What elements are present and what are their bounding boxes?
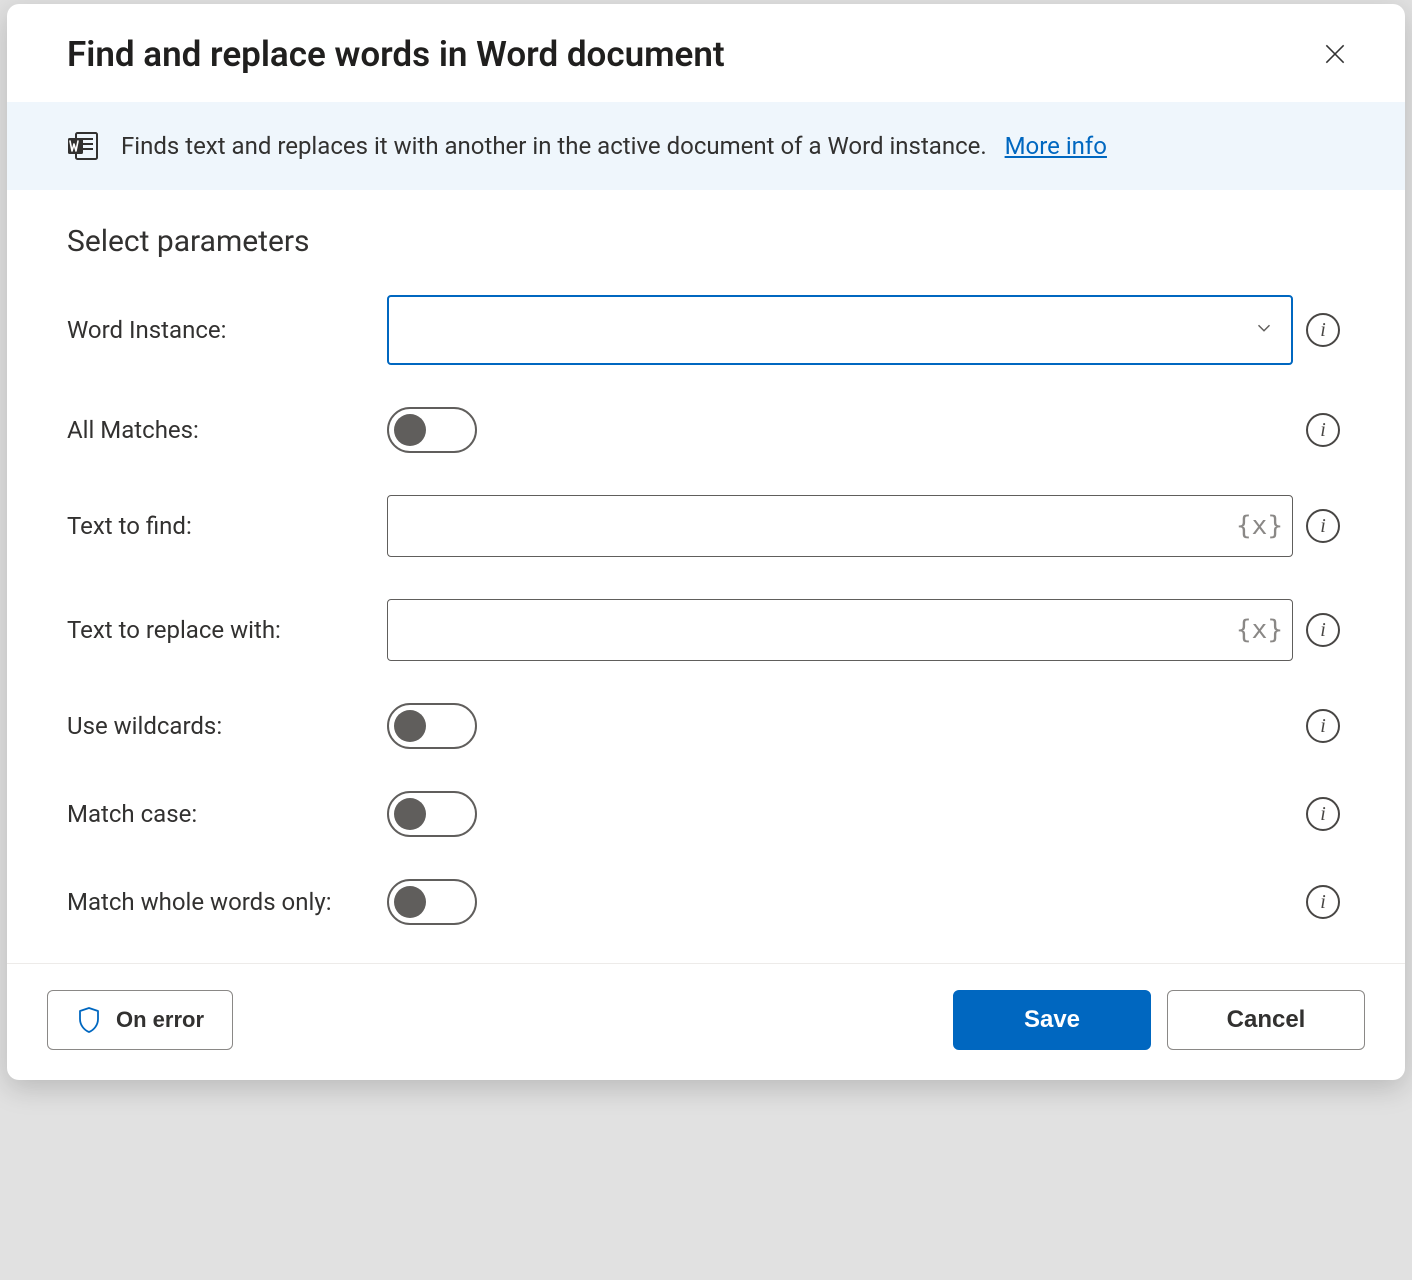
match-case-toggle[interactable]: [387, 791, 477, 837]
info-banner: Finds text and replaces it with another …: [7, 102, 1405, 190]
text-to-find-label: Text to find:: [67, 512, 387, 540]
match-whole-words-toggle[interactable]: [387, 879, 477, 925]
on-error-label: On error: [116, 1007, 204, 1033]
use-wildcards-toggle[interactable]: [387, 703, 477, 749]
word-instance-label: Word Instance:: [67, 316, 387, 344]
text-to-replace-input[interactable]: [387, 599, 1293, 661]
info-icon[interactable]: i: [1306, 797, 1340, 831]
text-to-replace-label: Text to replace with:: [67, 616, 387, 644]
info-banner-text: Finds text and replaces it with another …: [121, 132, 1107, 160]
word-instance-combobox[interactable]: [387, 295, 1293, 365]
dialog-header: Find and replace words in Word document: [7, 4, 1405, 102]
match-whole-words-label: Match whole words only:: [67, 888, 387, 916]
variable-icon[interactable]: {x}: [1236, 615, 1283, 645]
all-matches-toggle[interactable]: [387, 407, 477, 453]
parameters-form: Word Instance: i All Matches: i: [67, 295, 1353, 925]
info-icon[interactable]: i: [1306, 709, 1340, 743]
info-icon[interactable]: i: [1306, 413, 1340, 447]
dialog-footer: On error Save Cancel: [7, 963, 1405, 1080]
variable-icon[interactable]: {x}: [1236, 511, 1283, 541]
match-case-label: Match case:: [67, 800, 387, 828]
info-icon[interactable]: i: [1306, 613, 1340, 647]
text-to-find-field: {x}: [387, 495, 1293, 557]
info-icon[interactable]: i: [1306, 885, 1340, 919]
close-icon: [1322, 41, 1348, 67]
word-instance-input[interactable]: [387, 295, 1293, 365]
save-button[interactable]: Save: [953, 990, 1151, 1050]
text-to-replace-field: {x}: [387, 599, 1293, 661]
dialog-body: Select parameters Word Instance: i All M…: [7, 190, 1405, 963]
more-info-link[interactable]: More info: [1005, 132, 1107, 160]
word-icon: [67, 130, 99, 162]
info-icon[interactable]: i: [1306, 509, 1340, 543]
info-icon[interactable]: i: [1306, 313, 1340, 347]
use-wildcards-label: Use wildcards:: [67, 712, 387, 740]
all-matches-label: All Matches:: [67, 416, 387, 444]
dialog-title: Find and replace words in Word document: [67, 34, 725, 75]
dialog: Find and replace words in Word document: [7, 4, 1405, 1080]
on-error-button[interactable]: On error: [47, 990, 233, 1050]
section-title: Select parameters: [67, 224, 1353, 259]
text-to-find-input[interactable]: [387, 495, 1293, 557]
cancel-button[interactable]: Cancel: [1167, 990, 1365, 1050]
close-button[interactable]: [1313, 32, 1357, 76]
shield-icon: [76, 1006, 102, 1034]
